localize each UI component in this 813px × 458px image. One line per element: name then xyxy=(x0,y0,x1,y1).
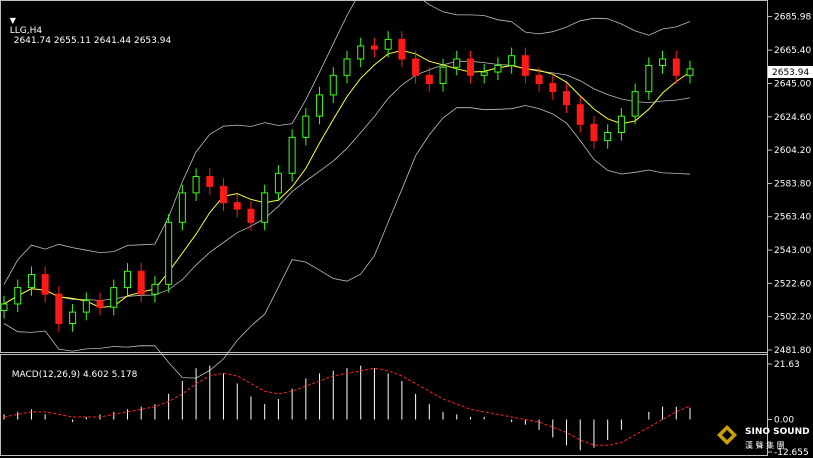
candle-body xyxy=(590,123,598,142)
current-price-marker: 2653.94 xyxy=(768,66,813,78)
candle-body xyxy=(247,208,255,223)
candle-body xyxy=(316,94,324,117)
candle-body xyxy=(178,192,186,223)
candle-body xyxy=(274,172,282,194)
candle-body xyxy=(302,115,310,138)
price-tick-label: 2665.40 xyxy=(774,46,811,56)
candle-body xyxy=(508,55,516,67)
candle-body xyxy=(220,185,228,204)
price-tick-label: 2604.20 xyxy=(774,146,811,156)
candle-body xyxy=(604,131,612,142)
candle-body xyxy=(521,55,529,76)
candle-body xyxy=(357,45,365,60)
candle-body xyxy=(55,293,63,325)
candle-body xyxy=(686,68,694,76)
price-tick-label: 2624.60 xyxy=(774,113,811,123)
candle-body xyxy=(206,176,214,187)
candle-body xyxy=(398,38,406,60)
candle-body xyxy=(466,58,474,76)
candle-body xyxy=(288,136,296,174)
price-tick-label: 2645.00 xyxy=(774,79,811,89)
candle-body xyxy=(425,74,433,84)
candlesticks xyxy=(0,31,694,332)
candle-body xyxy=(453,58,461,68)
price-tick-label: 2481.80 xyxy=(774,346,811,356)
macd-header: MACD(12,26,9) 4.602 5.178 xyxy=(6,360,138,380)
moving-average-line xyxy=(3,49,691,309)
price-tick-label: 2583.80 xyxy=(774,179,811,189)
price-tick-label: 2563.40 xyxy=(774,213,811,223)
candle-body xyxy=(576,104,584,125)
candle-body xyxy=(343,58,351,76)
candle-body xyxy=(151,283,159,295)
candle-body xyxy=(631,91,639,117)
logo-line2: 漢 聲 集 團 xyxy=(745,440,785,450)
price-tick-label: 2685.98 xyxy=(774,13,811,23)
candle-body xyxy=(82,300,90,313)
candle-body xyxy=(96,300,104,308)
price-tick-label: 2502.20 xyxy=(774,313,811,323)
candle-body xyxy=(233,202,241,210)
ohlc-values: 2641.74 2655.11 2641.44 2653.94 xyxy=(13,36,172,46)
candle-body xyxy=(439,66,447,84)
middle-band xyxy=(3,60,691,305)
macd-label: MACD(12,26,9) 4.602 5.178 xyxy=(11,370,138,380)
candle-body xyxy=(480,71,488,76)
candle-body xyxy=(14,287,22,305)
macd-tick-label: 21.63 xyxy=(774,360,800,370)
lower-band xyxy=(3,105,691,379)
candle-body xyxy=(672,58,680,76)
sinosound-logo: SINO SOUND 漢 聲 集 團 xyxy=(715,418,811,454)
price-axis-ticks: 2685.98 2665.40 2645.00 2624.60 2604.20 2583.… xyxy=(767,13,811,356)
ma-fast xyxy=(3,49,691,309)
candle-body xyxy=(27,274,35,289)
logo-line1: SINO SOUND xyxy=(745,427,810,437)
candle-body xyxy=(370,45,378,50)
dropdown-arrow-icon[interactable]: ▼ xyxy=(10,16,16,25)
candle-body xyxy=(384,38,392,50)
candle-body xyxy=(0,303,8,311)
symbol-label: LLG,H4 xyxy=(9,26,43,36)
candle-body xyxy=(41,274,49,295)
price-tick-label: 2522.60 xyxy=(774,279,811,289)
candle-body xyxy=(69,311,77,325)
candle-body xyxy=(329,74,337,96)
candle-body xyxy=(645,65,653,93)
current-price-label: 2653.94 xyxy=(772,68,809,78)
trading-chart[interactable]: 2685.98 2665.40 2645.00 2624.60 2604.20 2583.… xyxy=(0,0,813,456)
candle-body xyxy=(494,65,502,73)
candle-body xyxy=(617,115,625,133)
candle-body xyxy=(192,176,200,194)
candle-body xyxy=(412,58,420,76)
candle-body xyxy=(165,221,173,285)
candle-body xyxy=(261,192,269,223)
candle-body xyxy=(549,82,557,93)
candle-body xyxy=(123,270,131,289)
chart-header: ▼ LLG,H4 2641.74 2655.11 2641.44 2653.94 xyxy=(4,6,171,46)
candle-body xyxy=(563,91,571,106)
candle-body xyxy=(137,270,145,295)
price-tick-label: 2543.00 xyxy=(774,246,811,256)
candle-body xyxy=(535,74,543,84)
candle-body xyxy=(659,58,667,67)
candle-body xyxy=(110,287,118,308)
